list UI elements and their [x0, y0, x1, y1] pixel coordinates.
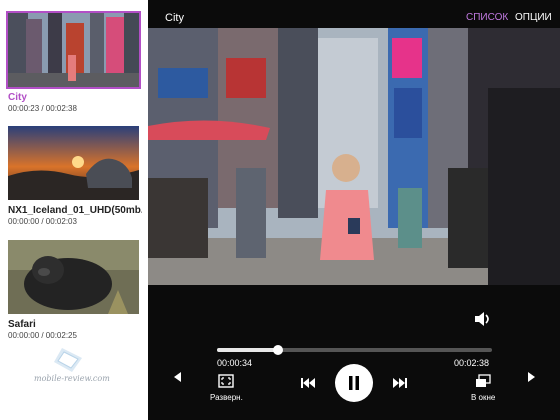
next-video-arrow-icon[interactable] — [527, 372, 535, 382]
seek-progress — [217, 348, 278, 352]
popup-window-icon[interactable] — [475, 374, 491, 388]
volume-icon[interactable] — [474, 311, 492, 327]
previous-video-arrow-icon[interactable] — [174, 372, 182, 382]
watermark-text: mobile-review.com — [34, 374, 110, 383]
rewind-icon[interactable] — [301, 378, 316, 388]
seek-bar[interactable] — [217, 345, 492, 355]
thumbnail-safari — [8, 240, 139, 314]
pause-button[interactable] — [335, 364, 373, 402]
video-player: City СПИСОК ОПЦИИ 00:00:34 00:02:38 Разв… — [148, 0, 560, 420]
playlist-item-title: City — [8, 92, 27, 103]
playlist-item-time: 00:00:23 / 00:02:38 — [8, 104, 77, 113]
watermark-logo — [54, 348, 82, 372]
seek-handle[interactable] — [272, 345, 283, 355]
playlist-sidebar: City 00:00:23 / 00:02:38 NX1_Iceland_01_… — [0, 0, 148, 420]
video-title: City — [165, 12, 184, 24]
total-time: 00:02:38 — [454, 358, 490, 368]
fast-forward-icon[interactable] — [392, 378, 407, 388]
playlist-item-title: Safari — [8, 319, 36, 330]
thumbnail-iceland — [8, 126, 139, 200]
current-time: 00:00:34 — [217, 358, 253, 368]
playlist-item-time: 00:00:00 / 00:02:25 — [8, 331, 77, 340]
thumbnail-city — [6, 11, 141, 89]
popup-window-label: В окне — [471, 393, 496, 402]
video-frame[interactable] — [148, 28, 560, 285]
list-button[interactable]: СПИСОК — [466, 12, 508, 23]
options-button[interactable]: ОПЦИИ — [515, 12, 552, 23]
pause-icon — [349, 376, 359, 390]
playlist-item-title: NX1_Iceland_01_UHD(50mb... — [8, 205, 142, 216]
fullscreen-label: Разверн. — [210, 393, 243, 402]
fullscreen-icon[interactable] — [218, 374, 234, 388]
playlist-item-time: 00:00:00 / 00:02:03 — [8, 217, 77, 226]
